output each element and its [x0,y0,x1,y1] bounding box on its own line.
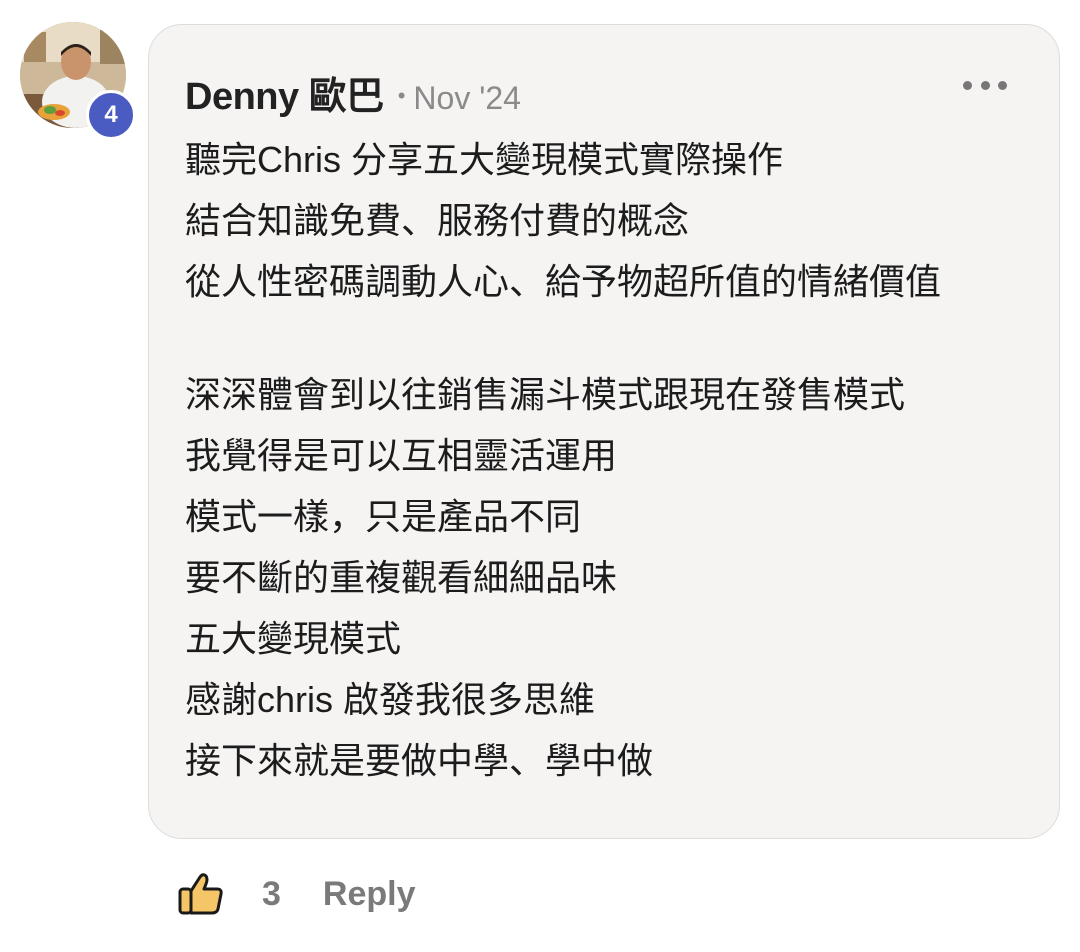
comment-bubble: Denny 歐巴 • Nov '24 聽完Chris 分享五大變現模式實際操作 … [148,24,1060,839]
comment-line: 結合知識免費、服務付費的概念 [185,200,690,241]
comment-thread: 4 Denny 歐巴 • Nov '24 聽完Chris 分享五大變現模式實際操… [0,0,1080,952]
comment-actions: 3 Reply [176,862,416,926]
more-dot [980,80,990,90]
comment-line: 五大變現模式 [185,618,402,659]
more-horizontal-icon[interactable] [963,77,1007,93]
paragraph-break [185,312,1045,364]
author-avatar-wrapper[interactable]: 4 [20,22,136,140]
comment-line: 接下來就是要做中學、學中做 [185,740,654,781]
reply-button[interactable]: Reply [323,875,416,914]
thumbs-up-icon[interactable] [176,869,226,919]
comment-line: 要不斷的重複觀看細細品味 [185,557,618,598]
comment-line: 我覺得是可以互相靈活運用 [185,435,618,476]
more-dot [998,80,1007,90]
comment-header: Denny 歐巴 • Nov '24 [185,65,521,120]
comment-line: 感謝chris 啟發我很多思維 [185,679,596,720]
more-dot [963,80,972,90]
like-count: 3 [262,874,281,913]
level-badge: 4 [86,90,136,140]
author-name[interactable]: Denny 歐巴 [185,65,384,120]
comment-line: 從人性密碼調動人心、給予物超所值的情緒價值 [185,261,942,302]
meta-separator: • [397,83,406,108]
comment-body: 聽完Chris 分享五大變現模式實際操作 結合知識免費、服務付費的概念 從人性密… [185,129,1045,791]
comment-date[interactable]: Nov '24 [413,80,521,117]
comment-line: 聽完Chris 分享五大變現模式實際操作 [185,139,784,180]
comment-line: 模式一樣，只是產品不同 [185,496,582,537]
comment-line: 深深體會到以往銷售漏斗模式跟現在發售模式 [185,374,906,415]
